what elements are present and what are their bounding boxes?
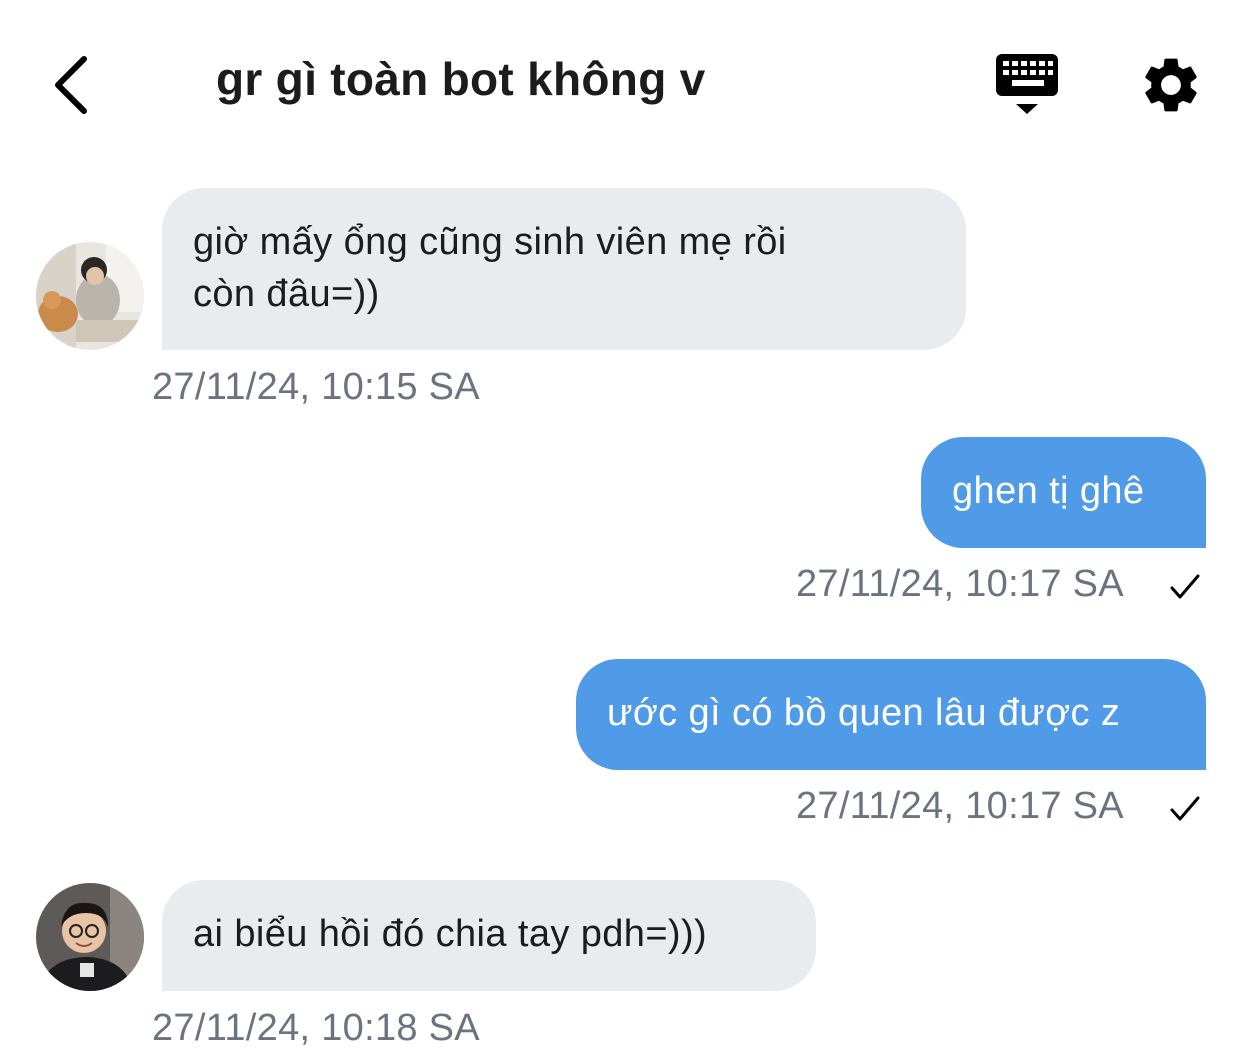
keyboard-hide-button[interactable] xyxy=(990,50,1064,120)
settings-button[interactable] xyxy=(1138,52,1204,118)
chevron-left-icon xyxy=(55,56,87,114)
message-timestamp: 27/11/24, 10:17 SA xyxy=(796,785,1124,827)
chat-header: gr gì toàn bot không v xyxy=(0,0,1242,170)
sent-check-icon xyxy=(1170,574,1200,599)
message-text: ghen tị ghê xyxy=(952,470,1145,512)
gear-icon xyxy=(1145,58,1197,112)
message-bubble-outgoing[interactable]: ước gì có bồ quen lâu được z xyxy=(576,659,1206,770)
message-timestamp: 27/11/24, 10:18 SA xyxy=(152,1007,480,1049)
message-bubble-outgoing[interactable]: ghen tị ghê xyxy=(921,437,1206,548)
avatar[interactable] xyxy=(36,883,144,991)
message-bubble-incoming[interactable]: ai biểu hồi đó chia tay pdh=))) xyxy=(162,880,816,991)
avatar[interactable] xyxy=(36,242,144,350)
message-bubble-incoming[interactable]: giờ mấy ổng cũng sinh viên mẹ rồi còn đâ… xyxy=(162,188,966,350)
back-button[interactable] xyxy=(30,40,110,130)
message-timestamp: 27/11/24, 10:17 SA xyxy=(796,563,1124,605)
message-timestamp: 27/11/24, 10:15 SA xyxy=(152,366,480,408)
message-text-line: còn đâu=)) xyxy=(193,273,380,315)
message-text: ước gì có bồ quen lâu được z xyxy=(607,692,1121,734)
keyboard-hide-icon xyxy=(996,54,1058,114)
message-text-line: giờ mấy ổng cũng sinh viên mẹ rồi xyxy=(193,221,787,263)
sent-check-icon xyxy=(1170,796,1200,821)
chat-title: gr gì toàn bot không v xyxy=(216,53,706,105)
message-text: ai biểu hồi đó chia tay pdh=))) xyxy=(193,913,708,955)
